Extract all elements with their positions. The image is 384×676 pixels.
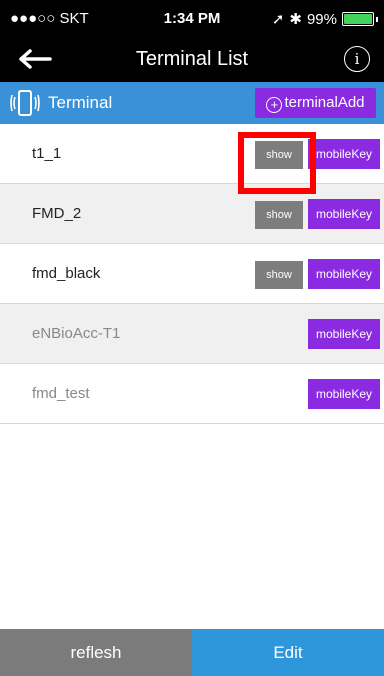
status-right: ➚ ✱ 99% (272, 10, 378, 28)
page-title: Terminal List (135, 48, 249, 70)
bluetooth-icon: ✱ (289, 11, 302, 28)
status-bar: ●●●○○ SKT 1:34 PM ➚ ✱ 99% (0, 0, 384, 38)
terminal-row[interactable]: eNBioAcc-T1 mobileKey (0, 304, 384, 364)
show-button[interactable]: show (255, 141, 303, 169)
terminal-row[interactable]: fmd_black show mobileKey (0, 244, 384, 304)
plus-circle-icon: + (266, 97, 283, 113)
edit-button[interactable]: Edit (192, 629, 384, 676)
terminal-name: t1_1 (32, 145, 62, 162)
vibrating-phone-icon (10, 90, 40, 116)
mobile-key-button[interactable]: mobileKey (308, 319, 380, 349)
mobile-key-button[interactable]: mobileKey (308, 259, 380, 289)
navigation-bar: Terminal List i (0, 38, 384, 82)
terminal-add-button[interactable]: + terminalAdd (255, 88, 376, 118)
terminal-row[interactable]: fmd_test mobileKey (0, 364, 384, 424)
terminal-name: eNBioAcc-T1 (32, 325, 121, 342)
section-label: Terminal (48, 93, 113, 112)
terminal-section-header: Terminal + terminalAdd (0, 82, 384, 124)
reflesh-button[interactable]: reflesh (0, 629, 192, 676)
show-button[interactable]: show (255, 201, 303, 229)
terminal-name: fmd_test (32, 385, 90, 402)
info-icon[interactable]: i (344, 46, 370, 72)
terminal-row[interactable]: t1_1 show mobileKey (0, 124, 384, 184)
terminal-list: t1_1 show mobileKey FMD_2 show mobileKey… (0, 124, 384, 424)
mobile-key-button[interactable]: mobileKey (308, 379, 380, 409)
battery-percent: 99% (306, 10, 337, 28)
battery-icon (342, 12, 374, 26)
show-button[interactable]: show (255, 261, 303, 289)
location-icon: ➚ (271, 11, 285, 28)
mobile-key-button[interactable]: mobileKey (308, 139, 380, 169)
terminal-row[interactable]: FMD_2 show mobileKey (0, 184, 384, 244)
bottom-toolbar: reflesh Edit (0, 629, 384, 676)
terminal-name: fmd_black (32, 265, 101, 282)
terminal-add-label: terminalAdd (284, 94, 365, 111)
terminal-name: FMD_2 (32, 205, 82, 222)
mobile-key-button[interactable]: mobileKey (308, 199, 380, 229)
